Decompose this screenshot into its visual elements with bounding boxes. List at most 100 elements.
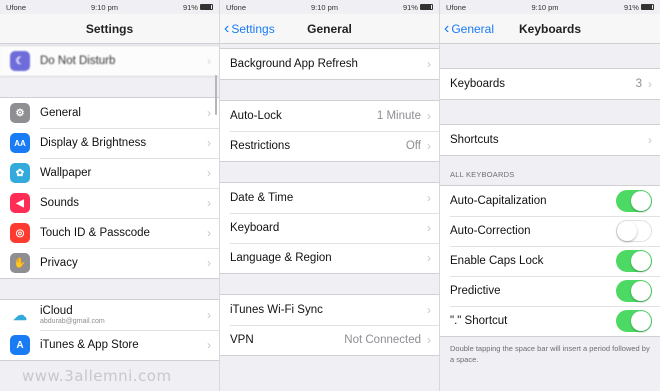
fingerprint-icon: ◎: [10, 223, 30, 243]
battery-percent: 91%: [402, 2, 418, 12]
carrier: Ufone: [226, 2, 247, 12]
chevron-right-icon: ›: [427, 333, 431, 347]
row-itunes-wifi-sync[interactable]: iTunes Wi-Fi Sync ›: [220, 295, 439, 325]
row-label: Date & Time: [230, 192, 294, 204]
period-shortcut-toggle[interactable]: [616, 310, 652, 332]
auto-capitalization-toggle[interactable]: [616, 190, 652, 212]
back-button[interactable]: ‹ Settings: [224, 14, 275, 44]
back-button[interactable]: ‹ General: [444, 14, 494, 44]
row-label: VPN: [230, 334, 254, 346]
text-size-icon: AA: [10, 133, 30, 153]
row-label: General: [40, 107, 81, 119]
row-vpn[interactable]: VPN Not Connected ›: [220, 325, 439, 355]
chevron-right-icon: ›: [207, 54, 211, 68]
row-do-not-disturb[interactable]: ☾ Do Not Disturb ›: [0, 46, 219, 76]
nav-bar: ‹ Settings General: [220, 14, 439, 44]
chevron-right-icon: ›: [207, 166, 211, 180]
row-label: Privacy: [40, 257, 78, 269]
nav-bar: Settings: [0, 14, 219, 44]
row-label: Restrictions: [230, 140, 291, 152]
row-label: Keyboard: [230, 222, 280, 234]
chevron-right-icon: ›: [648, 77, 652, 91]
row-label: "." Shortcut: [450, 315, 508, 327]
row-restrictions[interactable]: Restrictions Off ›: [220, 131, 439, 161]
row-auto-correction: Auto-Correction: [440, 216, 660, 246]
row-auto-lock[interactable]: Auto-Lock 1 Minute ›: [220, 101, 439, 131]
chevron-right-icon: ›: [427, 221, 431, 235]
page-title: Keyboards: [518, 21, 582, 36]
gear-icon: ⚙: [10, 103, 30, 123]
battery-percent: 91%: [182, 2, 198, 12]
row-sounds[interactable]: ◀ Sounds ›: [0, 188, 219, 218]
row-label: Enable Caps Lock: [450, 255, 544, 267]
section-header: ALL KEYBOARDS: [450, 170, 515, 179]
settings-group-1: ☾ Do Not Disturb ›: [0, 45, 219, 77]
row-value: Not Connected: [344, 334, 421, 346]
settings-screen: Ufone 9:10 pm 91% Settings ☾ Do Not Dist…: [0, 0, 220, 391]
footnote: Double tapping the space bar will insert…: [450, 344, 650, 364]
settings-group-2: ⚙ General › AA Display & Brightness › ✿ …: [0, 97, 219, 279]
caps-lock-toggle[interactable]: [616, 250, 652, 272]
row-value: 3: [635, 78, 642, 90]
row-label: Shortcuts: [450, 134, 499, 146]
page-title: Settings: [85, 21, 134, 36]
row-label: Auto-Lock: [230, 110, 282, 122]
general-group-2: Auto-Lock 1 Minute › Restrictions Off ›: [220, 100, 439, 162]
predictive-toggle[interactable]: [616, 280, 652, 302]
icloud-email: abdurab@gmail.com: [40, 318, 105, 325]
page-title: General: [307, 21, 352, 36]
general-screen: Ufone 9:10 pm 91% ‹ Settings General Back…: [220, 0, 440, 391]
clock: 9:10 pm: [90, 2, 119, 12]
status-bar: Ufone 9:10 pm 91%: [0, 0, 219, 14]
row-general[interactable]: ⚙ General ›: [0, 98, 219, 128]
row-display-brightness[interactable]: AA Display & Brightness ›: [0, 128, 219, 158]
app-store-icon: A: [10, 335, 30, 355]
watermark: www.3allemni.com: [22, 367, 172, 385]
battery-icon: [640, 4, 654, 10]
chevron-right-icon: ›: [207, 226, 211, 240]
row-value: Off: [405, 140, 421, 152]
keyboards-screen: Ufone 9:10 pm 91% ‹ General Keyboards Key…: [440, 0, 660, 391]
status-bar: Ufone 9:10 pm 91%: [440, 0, 660, 14]
battery-icon: [199, 4, 213, 10]
row-value: 1 Minute: [376, 110, 421, 122]
row-shortcuts[interactable]: Shortcuts ›: [440, 125, 660, 155]
chevron-left-icon: ‹: [444, 20, 450, 37]
chevron-right-icon: ›: [427, 191, 431, 205]
auto-correction-toggle[interactable]: [616, 220, 652, 242]
chevron-right-icon: ›: [207, 196, 211, 210]
battery-icon: [419, 4, 433, 10]
row-privacy[interactable]: ✋ Privacy ›: [0, 248, 219, 278]
chevron-right-icon: ›: [207, 256, 211, 270]
general-group-4: iTunes Wi-Fi Sync › VPN Not Connected ›: [220, 294, 439, 356]
row-language-region[interactable]: Language & Region ›: [220, 243, 439, 273]
row-wallpaper[interactable]: ✿ Wallpaper ›: [0, 158, 219, 188]
row-label: iCloud abdurab@gmail.com: [40, 305, 207, 325]
row-keyboard[interactable]: Keyboard ›: [220, 213, 439, 243]
back-label: General: [451, 22, 495, 36]
battery-percent: 91%: [623, 2, 639, 12]
row-label: Predictive: [450, 285, 501, 297]
row-itunes-app-store[interactable]: A iTunes & App Store ›: [0, 330, 219, 360]
row-date-time[interactable]: Date & Time ›: [220, 183, 439, 213]
status-bar: Ufone 9:10 pm 91%: [220, 0, 439, 14]
hand-icon: ✋: [10, 253, 30, 273]
chevron-right-icon: ›: [207, 338, 211, 352]
clock: 9:10 pm: [531, 2, 559, 12]
row-touch-id[interactable]: ◎ Touch ID & Passcode ›: [0, 218, 219, 248]
chevron-right-icon: ›: [427, 251, 431, 265]
keyboards-toggle-group: Auto-Capitalization Auto-Correction Enab…: [440, 185, 660, 337]
row-icloud[interactable]: ☁ iCloud abdurab@gmail.com ›: [0, 300, 219, 330]
row-background-app-refresh[interactable]: Background App Refresh ›: [220, 49, 439, 79]
chevron-right-icon: ›: [207, 136, 211, 150]
flower-icon: ✿: [10, 163, 30, 183]
row-keyboards[interactable]: Keyboards 3 ›: [440, 69, 660, 99]
scroll-indicator[interactable]: [215, 75, 217, 115]
clock: 9:10 pm: [310, 2, 339, 12]
row-label: iTunes Wi-Fi Sync: [230, 304, 323, 316]
keyboards-group-1: Keyboards 3 ›: [440, 68, 660, 100]
row-label: Language & Region: [230, 252, 332, 264]
row-label: Auto-Correction: [450, 225, 531, 237]
settings-group-3: ☁ iCloud abdurab@gmail.com › A iTunes & A…: [0, 299, 219, 361]
row-label: Wallpaper: [40, 167, 92, 179]
